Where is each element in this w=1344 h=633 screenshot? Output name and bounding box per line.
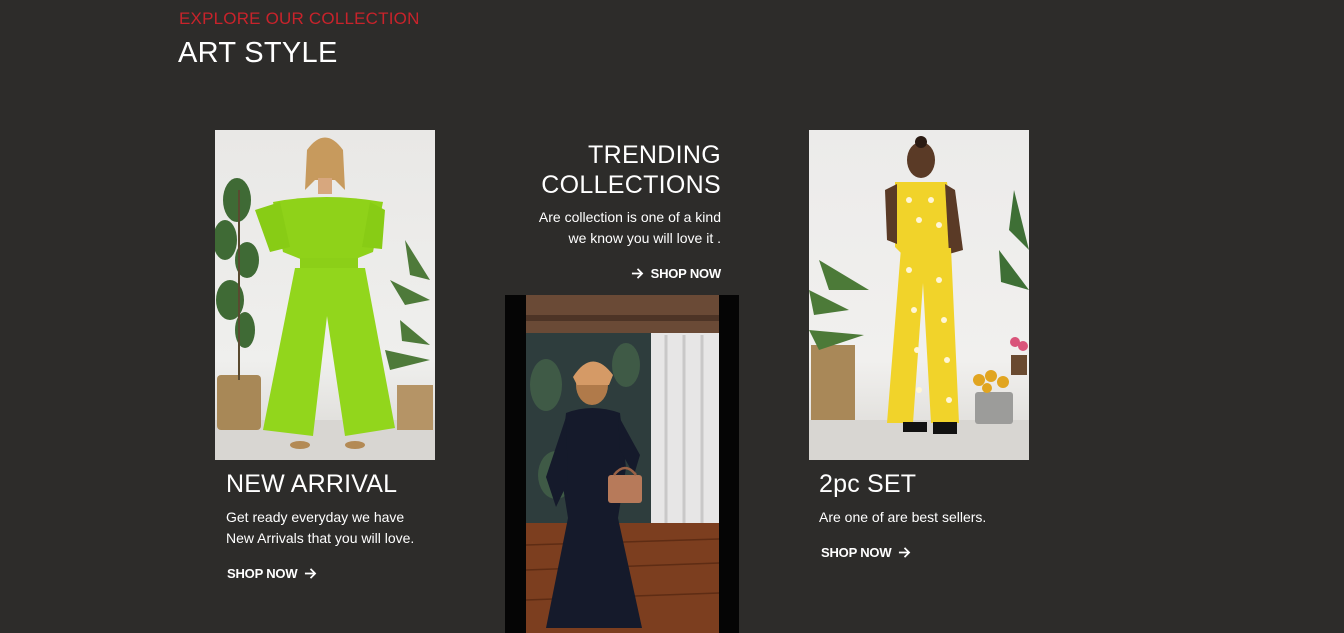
arrow-right-icon	[305, 568, 317, 579]
trending-title: TRENDING COLLECTIONS	[541, 140, 721, 200]
new-arrival-image[interactable]	[215, 130, 435, 460]
2pc-set-shop-now-label: SHOP NOW	[821, 545, 892, 560]
new-arrival-shop-now-link[interactable]: SHOP NOW	[227, 566, 317, 581]
trending-text: Are collection is one of a kind we know …	[539, 207, 721, 249]
new-arrival-shop-now-label: SHOP NOW	[227, 566, 298, 581]
trending-title-line-1: TRENDING	[588, 141, 721, 169]
trending-title-line-2: COLLECTIONS	[541, 171, 721, 199]
new-arrival-text-line-1: Get ready everyday we have	[226, 509, 405, 525]
2pc-set-shop-now-link[interactable]: SHOP NOW	[821, 545, 911, 560]
trending-shop-now-label: SHOP NOW	[650, 266, 722, 281]
trending-text-line-2: we know you will love it .	[568, 230, 721, 246]
arrow-right-icon	[631, 268, 643, 279]
2pc-set-text: Are one of are best sellers.	[819, 507, 986, 528]
new-arrival-text: Get ready everyday we have New Arrivals …	[226, 507, 414, 549]
2pc-set-title: 2pc SET	[819, 470, 917, 498]
trending-video[interactable]	[505, 295, 739, 633]
new-arrival-title: NEW ARRIVAL	[226, 470, 398, 498]
new-arrival-text-line-2: New Arrivals that you will love.	[226, 530, 415, 546]
trending-text-line-1: Are collection is one of a kind	[538, 209, 721, 225]
2pc-set-text-line-1: Are one of are best sellers.	[819, 509, 987, 525]
arrow-right-icon	[899, 547, 911, 558]
section-title: ART STYLE	[178, 37, 338, 69]
trending-shop-now-link[interactable]: SHOP NOW	[631, 266, 721, 281]
2pc-set-image[interactable]	[809, 130, 1029, 460]
trending-video-frame	[526, 295, 719, 633]
section-eyebrow: EXPLORE OUR COLLECTION	[179, 9, 420, 28]
